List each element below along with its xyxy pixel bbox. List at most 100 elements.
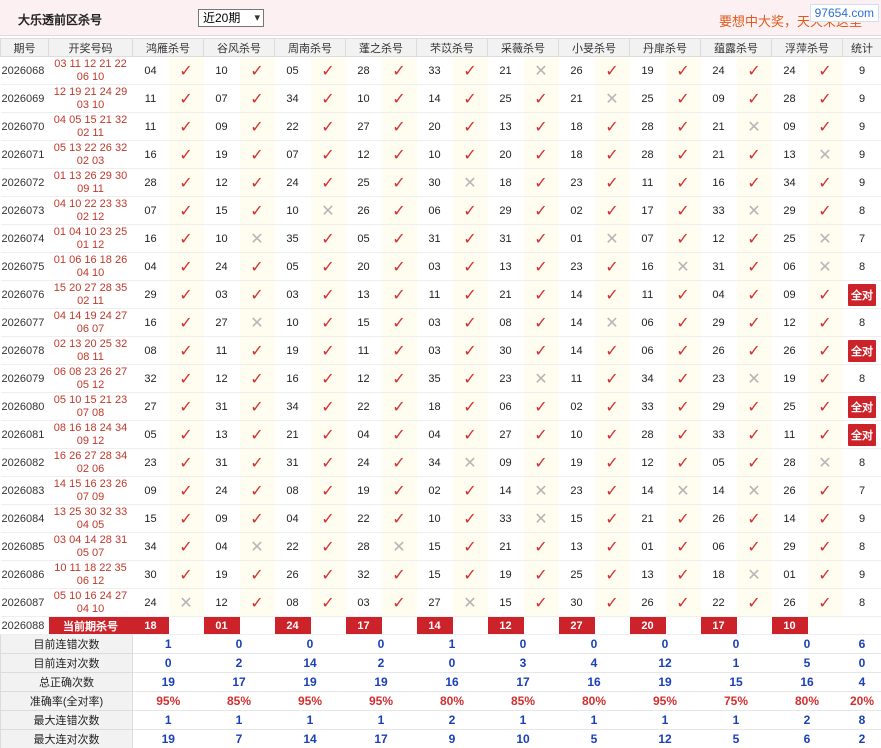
summary-label: 目前连对次数 <box>0 653 133 673</box>
check-icon: ✓ <box>594 140 630 169</box>
period-cell: 2026082 <box>0 448 49 477</box>
current-kill-number: 17 <box>345 616 382 635</box>
check-icon: ✓ <box>665 112 701 141</box>
kill-number-cell: 13 <box>771 140 808 169</box>
stat-value: 全对 <box>848 423 876 446</box>
current-kill-label: 当前期杀号 <box>48 616 133 635</box>
check-icon: ✓ <box>381 168 417 197</box>
draw-numbers-cell: 01 04 10 23 25 01 12 <box>48 224 133 253</box>
draw-front-numbers: 03 11 12 21 22 <box>54 57 127 70</box>
summary-value: 0 <box>345 634 417 654</box>
col-header-expert: 鸿雁杀号 <box>132 38 204 57</box>
kill-number-cell: 07 <box>274 140 311 169</box>
kill-number-cell: 02 <box>558 196 595 225</box>
cross-icon: ✕ <box>523 476 559 505</box>
period-cell: 2026070 <box>0 112 49 141</box>
check-icon: ✓ <box>168 532 204 561</box>
kill-number-cell: 04 <box>416 420 453 449</box>
draw-numbers-cell: 03 11 12 21 22 06 10 <box>48 56 133 85</box>
range-select[interactable]: 近20期 ▾ <box>198 9 264 27</box>
kill-number-cell: 25 <box>558 560 595 589</box>
col-header-stat: 统计 <box>842 38 881 57</box>
summary-value: 5 <box>558 729 630 748</box>
cross-icon: ✕ <box>381 532 417 561</box>
check-icon: ✓ <box>452 196 488 225</box>
summary-value: 3 <box>487 653 559 673</box>
col-header-expert: 采薇杀号 <box>487 38 559 57</box>
check-icon: ✓ <box>168 84 204 113</box>
check-icon: ✓ <box>665 84 701 113</box>
kill-number-cell: 11 <box>132 112 169 141</box>
table-row: 2026083 14 15 16 23 26 07 09 09 ✓ 24 ✓ 08 ✓ 19 ✓ 02… <box>0 476 881 505</box>
kill-number-cell: 34 <box>771 168 808 197</box>
table-row: 2026077 04 14 19 24 27 06 07 16 ✓ 27 ✕ 10 ✓ 15 ✓ 03… <box>0 308 881 337</box>
check-icon: ✓ <box>594 588 630 617</box>
summary-value: 1 <box>274 710 346 730</box>
kill-number-cell: 26 <box>700 336 737 365</box>
all-correct-badge: 全对 <box>842 420 881 449</box>
current-kill-spacer <box>736 616 772 635</box>
period-cell: 2026068 <box>0 56 49 85</box>
summary-value: 12 <box>629 729 701 748</box>
kill-number-cell: 12 <box>700 224 737 253</box>
kill-number-cell: 21 <box>700 112 737 141</box>
kill-number-cell: 14 <box>700 476 737 505</box>
check-icon: ✓ <box>168 140 204 169</box>
draw-back-numbers: 01 12 <box>76 238 105 251</box>
current-kill-spacer <box>665 616 701 635</box>
draw-numbers-cell: 01 13 26 29 30 09 11 <box>48 168 133 197</box>
draw-numbers-cell: 12 19 21 24 29 03 10 <box>48 84 133 113</box>
table-row: 2026084 13 25 30 32 33 04 05 15 ✓ 09 ✓ 04 ✓ 22 ✓ 10… <box>0 504 881 533</box>
check-icon: ✓ <box>310 392 346 421</box>
cross-icon: ✕ <box>736 112 772 141</box>
check-icon: ✓ <box>594 168 630 197</box>
check-icon: ✓ <box>381 448 417 477</box>
kill-number-cell: 23 <box>487 364 524 393</box>
kill-number-cell: 08 <box>132 336 169 365</box>
check-icon: ✓ <box>594 392 630 421</box>
kill-number-cell: 13 <box>629 560 666 589</box>
draw-back-numbers: 09 11 <box>77 182 104 195</box>
summary-value: 1 <box>700 653 772 673</box>
page-title: 大乐透前区杀号 <box>18 13 103 27</box>
check-icon: ✓ <box>736 336 772 365</box>
summary-value: 0 <box>629 634 701 654</box>
kill-number-cell: 12 <box>203 168 240 197</box>
check-icon: ✓ <box>523 448 559 477</box>
kill-number-cell: 10 <box>274 196 311 225</box>
period-cell: 2026075 <box>0 252 49 281</box>
kill-number-cell: 15 <box>132 504 169 533</box>
period-cell: 2026083 <box>0 476 49 505</box>
summary-value: 16 <box>416 672 488 692</box>
kill-number-cell: 09 <box>700 84 737 113</box>
kill-number-cell: 11 <box>558 364 595 393</box>
cross-icon: ✕ <box>452 168 488 197</box>
check-icon: ✓ <box>736 392 772 421</box>
kill-number-cell: 35 <box>416 364 453 393</box>
cross-icon: ✕ <box>807 224 843 253</box>
kill-number-cell: 21 <box>629 504 666 533</box>
check-icon: ✓ <box>665 588 701 617</box>
check-icon: ✓ <box>523 252 559 281</box>
draw-numbers-cell: 10 11 18 22 35 06 12 <box>48 560 133 589</box>
check-icon: ✓ <box>594 196 630 225</box>
check-icon: ✓ <box>523 112 559 141</box>
check-icon: ✓ <box>736 224 772 253</box>
summary-value: 14 <box>274 653 346 673</box>
check-icon: ✓ <box>381 280 417 309</box>
kill-number-cell: 01 <box>629 532 666 561</box>
check-icon: ✓ <box>594 280 630 309</box>
kill-number-cell: 11 <box>203 336 240 365</box>
kill-number-cell: 15 <box>345 308 382 337</box>
draw-back-numbers: 02 11 <box>77 126 104 139</box>
summary-value: 2 <box>345 653 417 673</box>
check-icon: ✓ <box>523 224 559 253</box>
kill-number-cell: 05 <box>345 224 382 253</box>
kill-number-cell: 14 <box>487 476 524 505</box>
check-icon: ✓ <box>665 364 701 393</box>
kill-number-cell: 06 <box>487 392 524 421</box>
summary-row: 目前连错次数 1 0 0 0 1 0 0 0 0 0 6 <box>0 634 881 654</box>
check-icon: ✓ <box>665 560 701 589</box>
kill-number-cell: 21 <box>700 140 737 169</box>
check-icon: ✓ <box>594 420 630 449</box>
